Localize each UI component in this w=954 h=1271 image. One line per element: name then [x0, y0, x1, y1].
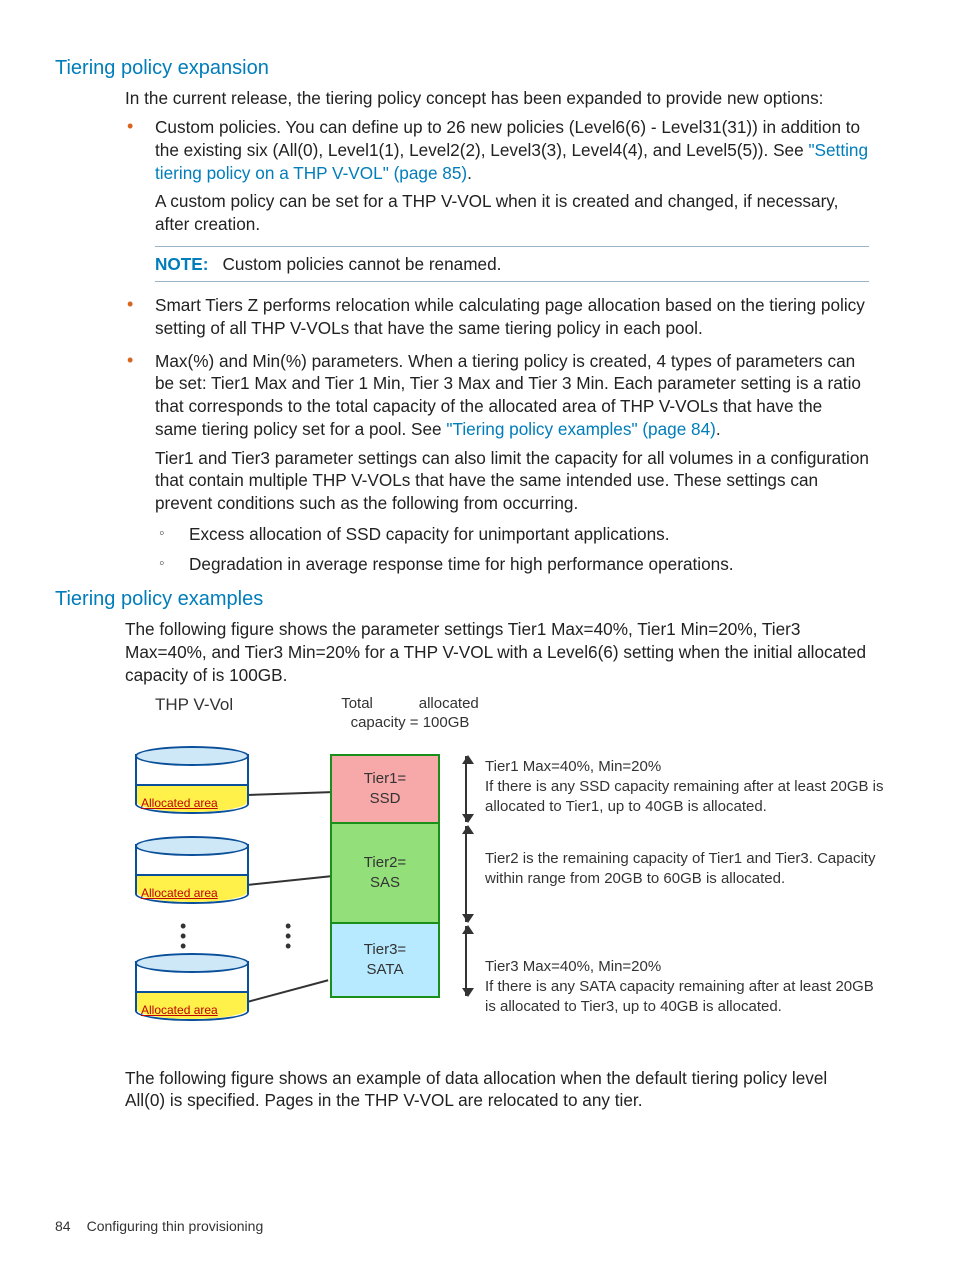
- totcap-line1: Total allocated: [341, 695, 479, 712]
- dots-2: •••: [285, 921, 293, 951]
- arrow-tier3: [465, 926, 467, 996]
- alloc-label-2: Allocated area: [141, 886, 218, 902]
- connector-3: [247, 979, 329, 1003]
- vvol-cylinder-3: Allocated area: [135, 961, 245, 1023]
- bullet1-text-a: Custom policies. You can define up to 26…: [155, 117, 860, 160]
- examples-intro: The following figure shows the parameter…: [125, 618, 869, 686]
- dots-1: •••: [180, 921, 188, 951]
- note-box: NOTE: Custom policies cannot be renamed.: [155, 246, 869, 283]
- tier2-text: Tier2 is the remaining capacity of Tier1…: [485, 849, 885, 890]
- connector-2: [247, 875, 331, 886]
- page-footer: 84 Configuring thin provisioning: [55, 1217, 263, 1235]
- arrow-tier1: [465, 756, 467, 822]
- tier3-text: Tier3 Max=40%, Min=20% If there is any S…: [485, 957, 885, 1018]
- bullet3-text-b: .: [716, 419, 721, 439]
- heading-tiering-expansion: Tiering policy expansion: [55, 55, 869, 81]
- bullet1-paragraph2: A custom policy can be set for a THP V-V…: [155, 190, 869, 235]
- page-number: 84: [55, 1218, 71, 1234]
- tier3-box: Tier3= SATA: [330, 924, 440, 998]
- arrow-tier2: [465, 826, 467, 922]
- bullet1-text-b: .: [467, 163, 472, 183]
- tier1-box: Tier1= SSD: [330, 754, 440, 824]
- sub-bullet-response-time: Degradation in average response time for…: [155, 553, 869, 576]
- heading-tiering-examples: Tiering policy examples: [55, 586, 869, 612]
- intro-paragraph: In the current release, the tiering poli…: [125, 87, 869, 110]
- bullet-smart-tiers: Smart Tiers Z performs relocation while …: [125, 294, 869, 339]
- after-figure-paragraph: The following figure shows an example of…: [125, 1067, 869, 1112]
- note-text: Custom policies cannot be renamed.: [222, 254, 501, 274]
- bullet3-paragraph2: Tier1 and Tier3 parameter settings can a…: [155, 447, 869, 515]
- footer-title: Configuring thin provisioning: [87, 1218, 264, 1234]
- alloc-label-3: Allocated area: [141, 1003, 218, 1019]
- figure-total-capacity: Total allocated capacity = 100GB: [315, 694, 505, 734]
- connector-1: [247, 791, 331, 796]
- tier2-box: Tier2= SAS: [330, 824, 440, 924]
- figure-vvol-label: THP V-Vol: [155, 694, 233, 716]
- sub-bullet-ssd: Excess allocation of SSD capacity for un…: [155, 523, 869, 546]
- alloc-label-1: Allocated area: [141, 796, 218, 812]
- vvol-cylinder-2: Allocated area: [135, 844, 245, 906]
- link-tiering-policy-examples[interactable]: "Tiering policy examples" (page 84): [446, 419, 716, 439]
- tiering-figure: THP V-Vol Total allocated capacity = 100…: [125, 699, 865, 1049]
- bullet-max-min: Max(%) and Min(%) parameters. When a tie…: [125, 350, 869, 576]
- tier1-text: Tier1 Max=40%, Min=20% If there is any S…: [485, 757, 885, 818]
- note-label: NOTE:: [155, 254, 208, 274]
- totcap-line2: capacity = 100GB: [351, 714, 470, 731]
- bullet-custom-policies: Custom policies. You can define up to 26…: [125, 116, 869, 282]
- arrow-column: [453, 754, 483, 998]
- vvol-cylinder-1: Allocated area: [135, 754, 245, 816]
- tier-stack: Tier1= SSD Tier2= SAS Tier3= SATA: [330, 754, 440, 998]
